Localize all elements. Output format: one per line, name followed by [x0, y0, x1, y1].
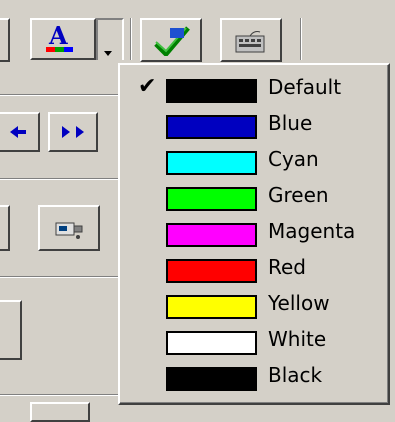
checkmark-icon: ✔: [138, 74, 157, 99]
menu-item-label: Green: [268, 183, 329, 207]
menu-item-label: Blue: [268, 111, 313, 135]
bottom-divider-highlight: [0, 395, 118, 396]
color-swatch-red: [166, 259, 257, 283]
dropdown-arrow-icon: [104, 42, 114, 56]
text-color-icon: A: [42, 21, 78, 56]
toolbar-button-partial-row4[interactable]: [0, 300, 22, 360]
text-color-dropdown-button[interactable]: [96, 18, 124, 60]
menu-item-label: Default: [268, 75, 342, 99]
navigate-back-icon: [6, 122, 30, 142]
color-swatch-yellow: [166, 295, 257, 319]
toolbar-button-partial-row3[interactable]: [0, 205, 10, 251]
color-swatch-default: [166, 79, 257, 103]
green-check-icon: [152, 26, 192, 58]
check-button[interactable]: [140, 18, 202, 62]
menu-item-label: Black: [268, 363, 323, 387]
text-color-button[interactable]: A: [30, 18, 96, 60]
toolbar-divider-highlight: [0, 95, 118, 96]
menu-item-label: Red: [268, 255, 306, 279]
menu-item-label: Cyan: [268, 147, 319, 171]
menu-item-cyan[interactable]: Cyan: [120, 141, 386, 177]
menu-item-red[interactable]: Red: [120, 249, 386, 285]
toolbar-separator-highlight: [131, 18, 132, 60]
text-color-menu: ✔ Default Blue Cyan Green Magenta Red Ye…: [118, 63, 390, 405]
toolbar-separator-2-highlight: [301, 18, 302, 60]
menu-item-blue[interactable]: Blue: [120, 105, 386, 141]
toolbar-button-partial-left[interactable]: [0, 18, 10, 62]
device-button[interactable]: [38, 205, 100, 251]
row2-divider-highlight: [0, 179, 118, 180]
device-icon: [52, 217, 86, 241]
svg-text:A: A: [48, 22, 68, 50]
menu-item-label: White: [268, 327, 327, 351]
color-swatch-white: [166, 331, 257, 355]
menu-item-white[interactable]: White: [120, 321, 386, 357]
menu-item-magenta[interactable]: Magenta: [120, 213, 386, 249]
color-swatch-blue: [166, 115, 257, 139]
keyboard-button[interactable]: [220, 18, 282, 62]
menu-item-label: Magenta: [268, 219, 356, 243]
navigate-back-button[interactable]: [0, 112, 40, 152]
menu-item-black[interactable]: Black: [120, 357, 386, 393]
menu-item-default[interactable]: ✔ Default: [120, 69, 386, 105]
menu-item-yellow[interactable]: Yellow: [120, 285, 386, 321]
navigate-forward-icon: [56, 122, 90, 142]
color-swatch-cyan: [166, 151, 257, 175]
row3-divider-highlight: [0, 277, 118, 278]
menu-item-green[interactable]: Green: [120, 177, 386, 213]
keyboard-icon: [234, 28, 266, 54]
color-swatch-black: [166, 367, 257, 391]
menu-item-label: Yellow: [268, 291, 330, 315]
navigate-forward-button[interactable]: [48, 112, 98, 152]
toolbar-top: A: [0, 0, 395, 62]
color-swatch-magenta: [166, 223, 257, 247]
color-swatch-green: [166, 187, 257, 211]
bottom-partial-button[interactable]: [30, 402, 90, 422]
